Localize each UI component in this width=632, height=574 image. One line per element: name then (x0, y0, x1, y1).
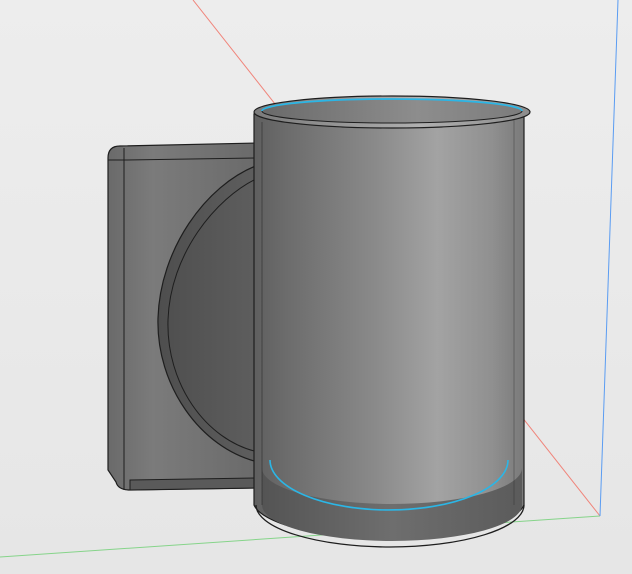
mug-side (253, 113, 525, 539)
mug-handle[interactable] (107, 142, 259, 491)
3d-viewport[interactable] (0, 0, 632, 574)
mug-body[interactable] (253, 95, 531, 548)
scene-canvas[interactable] (0, 0, 632, 574)
z-axis-line (599, 0, 619, 517)
handle-plate-bottom (129, 477, 259, 491)
